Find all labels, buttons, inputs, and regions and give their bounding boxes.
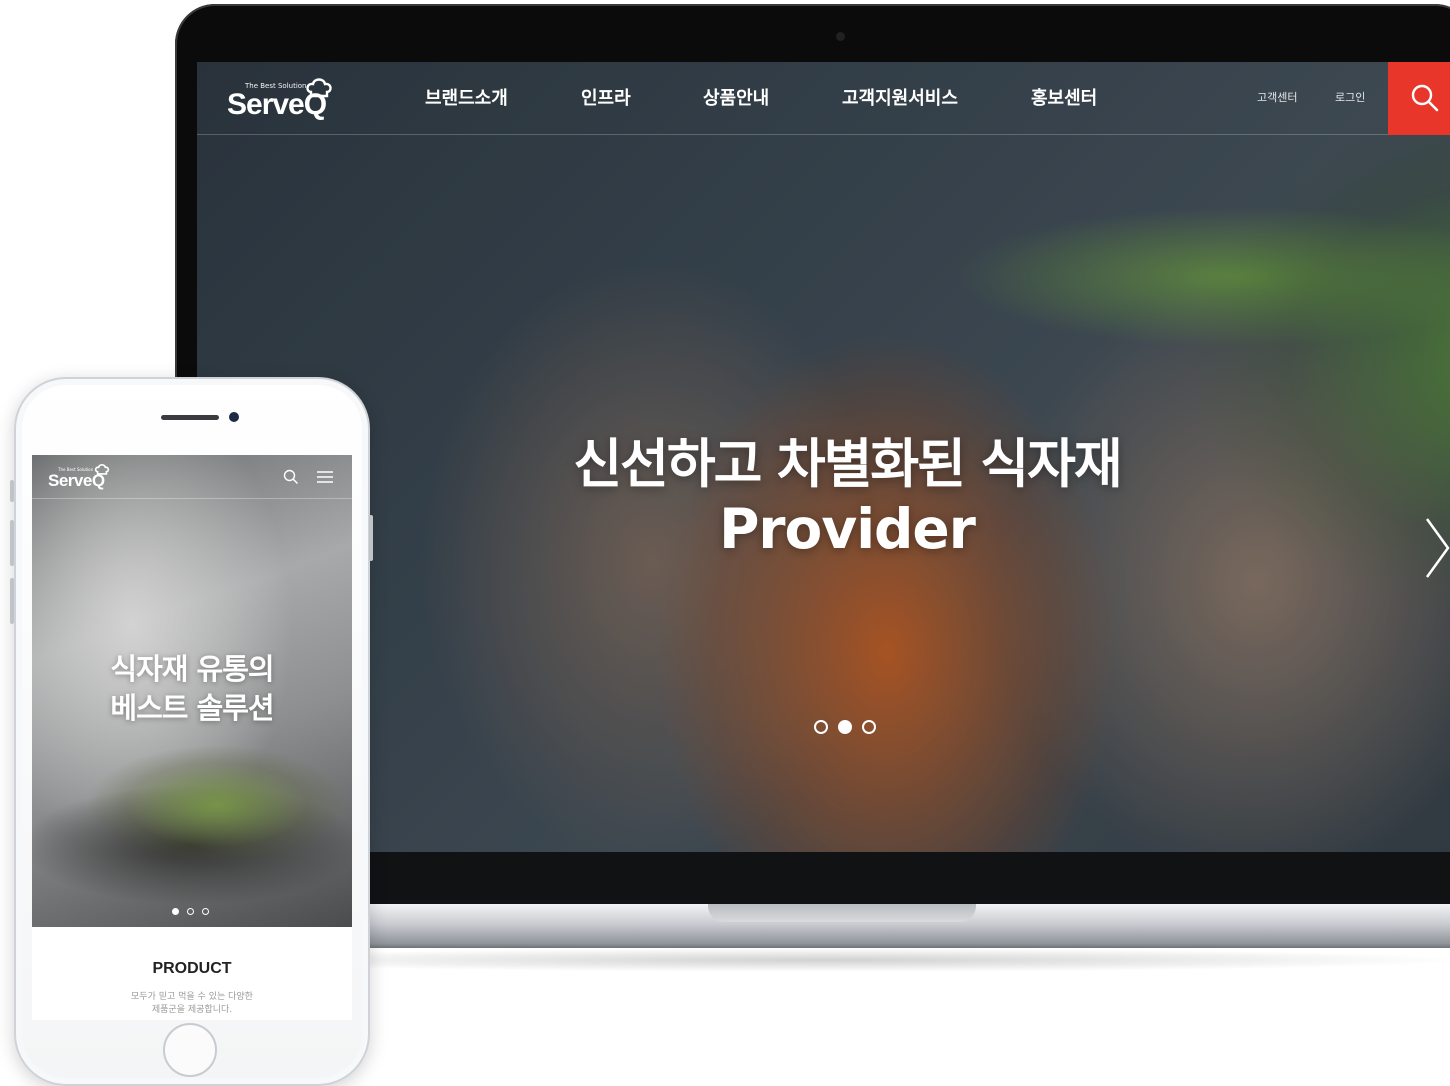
slide-dot-2[interactable] (838, 720, 852, 734)
hero-title: 신선하고 차별화된 식자재 (573, 434, 1122, 495)
nav-brand[interactable]: 브랜드소개 (425, 84, 508, 110)
mobile-header: The Best Solution ServeQ (32, 455, 352, 499)
customer-center-link[interactable]: 고객센터 (1257, 89, 1297, 105)
mobile-slide-dot-3[interactable] (202, 908, 209, 915)
product-description-line-2: 제품군을 제공합니다. (151, 1005, 233, 1015)
next-slide-arrow-icon[interactable] (1425, 517, 1450, 579)
phone-camera (229, 412, 239, 422)
nav-products[interactable]: 상품안내 (703, 84, 769, 110)
search-icon (1411, 84, 1439, 112)
product-heading: PRODUCT (152, 960, 232, 977)
nav-customer-service[interactable]: 고객지원서비스 (842, 84, 958, 110)
login-link[interactable]: 로그인 (1335, 89, 1365, 105)
product-description-line-1: 모두가 믿고 먹을 수 있는 다양한 (131, 992, 253, 1002)
mobile-hero: The Best Solution ServeQ 식자재 유통의 베스트 솔루션 (32, 455, 352, 927)
phone-mute-switch (10, 480, 14, 502)
laptop-camera (836, 32, 845, 41)
phone-power-button (369, 515, 373, 561)
phone-volume-up (10, 520, 14, 566)
slide-dot-1[interactable] (814, 720, 828, 734)
nav-pr-center[interactable]: 홍보센터 (1031, 84, 1097, 110)
slide-dot-3[interactable] (862, 720, 876, 734)
nav-infra[interactable]: 인프라 (581, 84, 631, 110)
phone-home-button[interactable] (163, 1023, 217, 1077)
search-icon[interactable] (283, 469, 299, 485)
mobile-hero-title-line-2: 베스트 솔루션 (110, 691, 274, 725)
desktop-header: The Best Solution ServeQ 브랜드소개 인프라 상품안내 … (197, 62, 1450, 135)
hero-subtitle: Provider (719, 497, 976, 561)
laptop-shadow (180, 948, 1450, 972)
mobile-hero-title: 식자재 유통의 베스트 솔루션 (52, 650, 332, 728)
chef-hat-icon (94, 464, 110, 475)
mobile-slide-dot-2[interactable] (187, 908, 194, 915)
laptop-notch (708, 904, 976, 922)
search-button[interactable] (1388, 62, 1450, 135)
product-description: 모두가 믿고 먹을 수 있는 다양한 제품군을 제공합니다. (92, 991, 292, 1017)
mobile-website: The Best Solution ServeQ 식자재 유통의 베스트 솔루션 (32, 455, 352, 1020)
chef-hat-icon (306, 78, 332, 98)
phone-speaker (161, 415, 219, 420)
mobile-hero-title-line-1: 식자재 유통의 (110, 652, 274, 686)
phone-volume-down (10, 578, 14, 624)
mobile-slide-dot-1[interactable] (172, 908, 179, 915)
desktop-website: The Best Solution ServeQ 브랜드소개 인프라 상품안내 … (197, 62, 1450, 852)
menu-icon[interactable] (316, 469, 334, 485)
